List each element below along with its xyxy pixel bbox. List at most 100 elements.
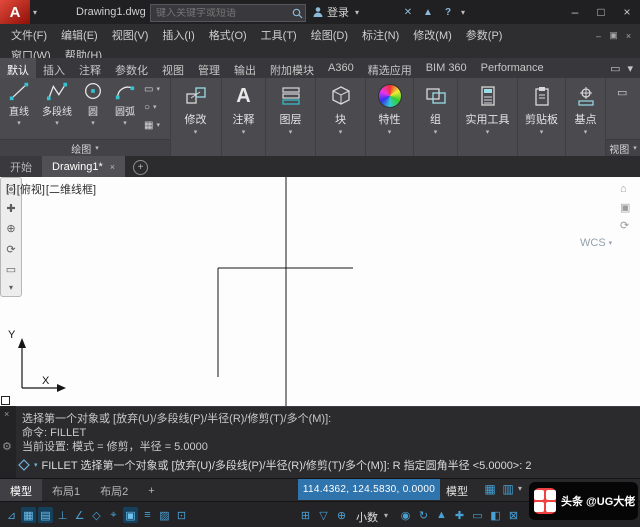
menu-dimension[interactable]: 标注(N) [355, 27, 406, 43]
clean-screen-icon[interactable]: ⊠ [506, 507, 521, 523]
ribbon-tab-output[interactable]: 输出 [227, 58, 263, 78]
ribbon-tab-manage[interactable]: 管理 [191, 58, 227, 78]
tool-circle[interactable]: 圆 ▾ [78, 80, 108, 127]
panel-modify[interactable]: 修改 ▾ [170, 78, 222, 156]
isodraft-icon[interactable]: ◇ [89, 507, 104, 523]
panel-layers[interactable]: 图层 ▾ [266, 78, 316, 156]
viewcube-home-icon[interactable]: ⌂ [620, 183, 627, 195]
ribbon-tab-bim360[interactable]: BIM 360 [419, 58, 474, 78]
layout-tab-layout2[interactable]: 布局2 [90, 479, 138, 502]
lock-ui-icon[interactable]: ◧ [488, 507, 503, 523]
quick-properties-icon[interactable]: ▭ [470, 507, 485, 523]
annotation-monitor-icon[interactable]: ✚ [452, 507, 467, 523]
polyline-caret-icon[interactable]: ▾ [55, 120, 59, 127]
menu-format[interactable]: 格式(O) [202, 27, 254, 43]
viewport-menu-control[interactable]: [-] [6, 183, 16, 195]
drawing-canvas[interactable]: [-] [俯视] [二维线框] ⌂ ▣ ⟳ WCS ▾ ◎ ✚ ⊕ ⟳ ▭ ▾ … [0, 177, 640, 406]
signin-caret-icon[interactable]: ▾ [352, 8, 362, 17]
panel-label-view[interactable]: 视图 ▾ [606, 139, 640, 156]
menu-file[interactable]: 文件(F) [4, 27, 54, 43]
new-drawing-button[interactable]: + [133, 160, 148, 175]
coordinates-display[interactable]: 114.4362, 124.5830, 0.0000 [298, 479, 440, 500]
annotation-visibility-icon[interactable]: ◉ [398, 507, 413, 523]
menu-tools[interactable]: 工具(T) [254, 27, 304, 43]
file-tab-drawing1[interactable]: Drawing1* × [42, 156, 125, 177]
snap-mode-icon[interactable]: ▦ [21, 507, 36, 523]
close-button[interactable]: × [614, 0, 640, 24]
file-tab-start[interactable]: 开始 [0, 156, 42, 177]
autoscale-icon[interactable]: ↻ [416, 507, 431, 523]
new-layout-button[interactable]: + [138, 479, 164, 502]
infer-constraints-icon[interactable]: ⊿ [4, 507, 19, 523]
minimize-button[interactable]: – [562, 0, 588, 24]
ortho-mode-icon[interactable]: ⊥ [55, 507, 70, 523]
ribbon-tab-addins[interactable]: 附加模块 [263, 58, 321, 78]
dynamic-ucs-icon[interactable]: ⊞ [298, 507, 313, 523]
panel-properties[interactable]: 特性 ▾ [366, 78, 414, 156]
doc-minimize-icon[interactable]: – [591, 31, 606, 41]
polar-tracking-icon[interactable]: ∠ [72, 507, 87, 523]
viewcube-rotate-icon[interactable]: ⟳ [620, 219, 629, 232]
layout-tab-model[interactable]: 模型 [0, 479, 42, 502]
menu-insert[interactable]: 插入(I) [155, 27, 201, 43]
search-input[interactable] [151, 8, 289, 19]
grid-display-icon[interactable]: ▤ [38, 507, 53, 523]
ribbon-minimize-caret-icon[interactable]: ▾ [627, 58, 640, 78]
annotation-scale-icon[interactable]: ▲ [434, 507, 449, 523]
menu-view[interactable]: 视图(V) [105, 27, 156, 43]
ribbon-tab-insert[interactable]: 插入 [36, 58, 72, 78]
circle-caret-icon[interactable]: ▾ [91, 120, 95, 127]
ribbon-tab-performance[interactable]: Performance [474, 58, 551, 78]
app-menu-caret-icon[interactable]: ▾ [30, 8, 40, 17]
ribbon-tab-featured-apps[interactable]: 精选应用 [361, 58, 419, 78]
ellipse-caret-icon[interactable]: ▾ [153, 104, 157, 111]
doc-close-icon[interactable]: × [621, 31, 636, 41]
app-logo-button[interactable]: A [0, 0, 30, 24]
osnap-icon[interactable]: ▣ [123, 507, 138, 523]
panel-utilities[interactable]: 实用工具 ▾ [458, 78, 518, 156]
tool-arc[interactable]: 圆弧 ▾ [108, 80, 142, 127]
help-caret-icon[interactable]: ▾ [458, 8, 468, 17]
panel-basepoint[interactable]: 基点 ▾ [566, 78, 606, 156]
menu-modify[interactable]: 修改(M) [406, 27, 459, 43]
grid-toggle-icon[interactable]: ▦ [482, 482, 498, 496]
ribbon-tab-annotate[interactable]: 注释 [72, 58, 108, 78]
hatch-caret-icon[interactable]: ▾ [156, 122, 160, 129]
alert-icon[interactable]: ▲ [418, 4, 438, 20]
viewport-view-control[interactable]: [俯视] [17, 181, 45, 197]
command-close-icon[interactable]: × [4, 409, 9, 419]
ribbon-tab-home[interactable]: 默认 [0, 58, 36, 78]
signin-button[interactable]: 登录 [327, 4, 349, 20]
units-caret-icon[interactable]: ▾ [384, 511, 388, 520]
command-input[interactable]: FILLET 选择第一个对象或 [放弃(U)/多段线(P)/半径(R)/修剪(T… [42, 457, 532, 473]
viewcube-face-icon[interactable]: ▣ [620, 201, 630, 214]
command-prompt-caret-icon[interactable]: ▾ [34, 462, 38, 469]
layout-tab-layout1[interactable]: 布局1 [42, 479, 90, 502]
units-display[interactable]: 小数 [356, 509, 378, 525]
tool-ellipse[interactable]: ○▾ [144, 98, 170, 116]
panel-annotate[interactable]: A 注释 ▾ [222, 78, 266, 156]
maximize-button[interactable]: □ [588, 0, 614, 24]
ribbon-tab-a360[interactable]: A360 [321, 58, 361, 78]
viewport-visual-style-control[interactable]: [二维线框] [46, 181, 96, 197]
selection-filter-icon[interactable]: ▽ [316, 507, 331, 523]
exchange-apps-icon[interactable]: ✕ [398, 4, 418, 20]
command-customize-icon[interactable]: ⚙ [2, 440, 12, 453]
tool-polyline[interactable]: 多段线 ▾ [36, 80, 78, 127]
model-space-toggle[interactable]: 模型 [446, 483, 468, 499]
command-prompt-icon[interactable] [18, 459, 30, 471]
panel-clipboard[interactable]: 剪贴板 ▾ [518, 78, 566, 156]
ribbon-minimize-icon[interactable]: ▭ [603, 58, 627, 78]
status-row1-caret-icon[interactable]: ▾ [518, 484, 522, 493]
panel-group[interactable]: 组 ▾ [414, 78, 458, 156]
menu-parametric[interactable]: 参数(P) [459, 27, 510, 43]
menu-edit[interactable]: 编辑(E) [54, 27, 105, 43]
tool-rectangle[interactable]: ▭▾ [144, 80, 170, 98]
osnap-tracking-icon[interactable]: ⌖ [106, 507, 121, 523]
layout-display-icon[interactable]: ▥ [500, 482, 516, 496]
view-panel-icon[interactable]: ▭ [617, 86, 627, 99]
gizmo-icon[interactable]: ⊕ [334, 507, 349, 523]
menu-draw[interactable]: 绘图(D) [304, 27, 355, 43]
tool-hatch[interactable]: ▦▾ [144, 116, 170, 134]
transparency-icon[interactable]: ▨ [157, 507, 172, 523]
